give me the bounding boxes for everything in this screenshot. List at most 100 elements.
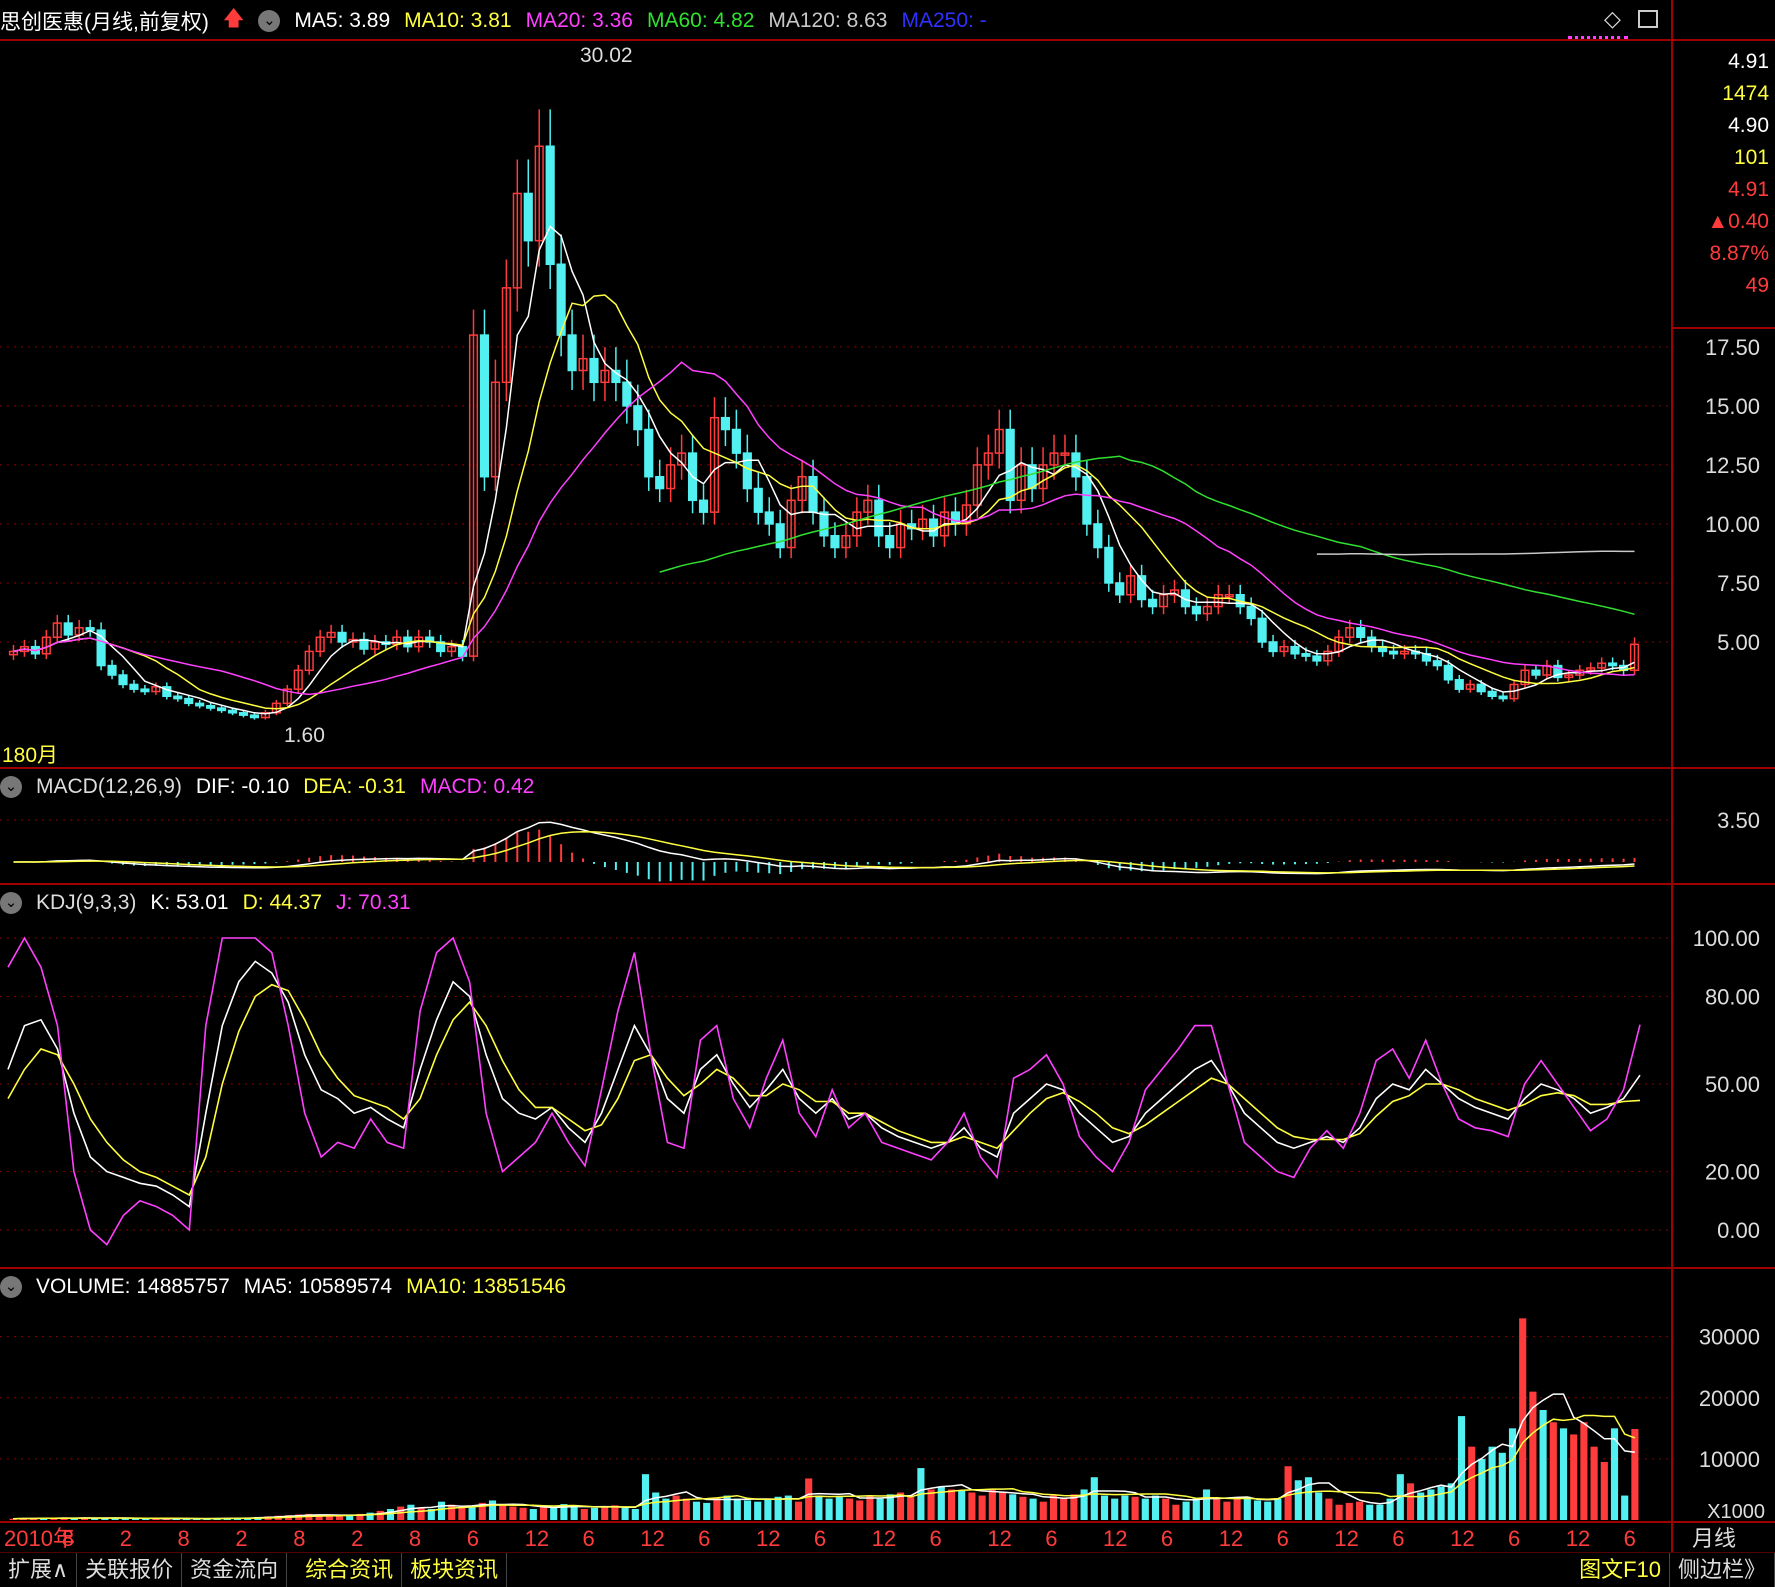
volume-bar-down <box>570 1505 578 1520</box>
candle-down <box>1257 617 1267 643</box>
tab-sector-news[interactable]: 板块资讯 <box>402 1553 508 1587</box>
volume-bar-up <box>1580 1422 1588 1520</box>
volume-bar-down <box>1141 1498 1149 1520</box>
volume-bar-down <box>1151 1495 1160 1520</box>
volume-bar-down <box>1294 1480 1302 1520</box>
macd-histogram <box>13 821 1636 882</box>
collapse-icon[interactable]: ⌄ <box>258 10 281 32</box>
x-tick-label: 12 <box>1566 1526 1590 1551</box>
volume-unit-label: X1000 <box>1707 1501 1765 1523</box>
ma5-line <box>13 225 1635 715</box>
tab-related-quotes[interactable]: 关联报价 <box>77 1553 183 1587</box>
volume-bar-up <box>519 1507 527 1520</box>
volume-bar-down <box>652 1492 660 1520</box>
x-tick-label: 6 <box>1624 1526 1636 1551</box>
volume-name: VOLUME: 14885757 <box>36 1275 230 1298</box>
volume-bar-up <box>1335 1504 1343 1520</box>
kdj-k: K: 53.01 <box>150 891 229 914</box>
x-tick-label: 12 <box>1334 1526 1358 1551</box>
x-tick-label: 8 <box>409 1526 421 1551</box>
candle-down <box>1191 605 1201 615</box>
candle-down <box>1268 641 1278 653</box>
volume-bar-down <box>733 1498 741 1520</box>
candle-down <box>567 334 577 372</box>
volume-bar-up <box>1213 1498 1221 1520</box>
price-tick-label: 12.50 <box>1705 453 1760 478</box>
candle-down <box>63 622 73 636</box>
tab-capital-flow[interactable]: 资金流向 <box>182 1553 288 1587</box>
collapse-icon[interactable]: ⌄ <box>0 776 22 798</box>
candle-down <box>1290 645 1300 655</box>
volume-header: ⌄ VOLUME: 14885757 MA5: 10589574 MA10: 1… <box>0 1272 566 1302</box>
up-arrow-icon: 🡅 <box>222 6 245 30</box>
collapse-icon[interactable]: ⌄ <box>0 892 22 914</box>
volume-bar-up <box>1631 1429 1639 1520</box>
macd-header: ⌄ MACD(12,26,9) DIF: -0.10 DEA: -0.31 MA… <box>0 772 534 802</box>
volume-bar-up <box>1049 1495 1058 1520</box>
volume-bar-down <box>1498 1452 1506 1520</box>
volume-bar-up <box>458 1507 466 1520</box>
volume-bar-down <box>774 1496 782 1520</box>
tab-spacer <box>507 1553 1571 1587</box>
candle-down <box>1608 662 1618 667</box>
candle-down <box>1104 546 1114 584</box>
price-tick-label: 17.50 <box>1705 335 1760 360</box>
volume-bar-down <box>1202 1489 1211 1520</box>
collapse-icon[interactable]: ⌄ <box>0 1276 22 1298</box>
candle-down <box>238 712 249 716</box>
candlesticks <box>8 109 1640 720</box>
x-tick-label: 6 <box>930 1526 942 1551</box>
tab-news[interactable]: 综合资讯 <box>297 1553 403 1587</box>
volume-bar-down <box>1478 1458 1486 1520</box>
volume-bar-down <box>468 1506 476 1520</box>
kdj-d: D: 44.37 <box>242 891 322 914</box>
volume-bar-down <box>1559 1428 1568 1520</box>
volume-bar-up <box>1131 1496 1139 1520</box>
volume-bar-down <box>743 1500 752 1520</box>
x-tick-label: 12 <box>1103 1526 1127 1551</box>
period-label: 180月 <box>2 744 58 767</box>
candle-down <box>1246 605 1256 620</box>
volume-bar-up <box>968 1492 976 1520</box>
candle-down <box>1005 428 1015 502</box>
x-axis-ticks: 2010年8 2 8 2 8 2 8 6 12 6 12 6 12 6 12 6 12 6 12 6 12 6 12 6 12 6… <box>4 1526 1736 1551</box>
volume-bar-up <box>856 1500 864 1520</box>
tab-f10[interactable]: 图文F10 <box>1571 1553 1670 1587</box>
volume-bar-down <box>958 1490 966 1520</box>
stock-title: 思创医惠(月线,前复权) <box>0 11 209 34</box>
volume-bar-up <box>1590 1446 1598 1520</box>
volume-bar-up <box>805 1478 813 1520</box>
volume-bar-down <box>825 1498 833 1520</box>
tab-expand[interactable]: 扩展∧ <box>0 1553 78 1587</box>
candle-down <box>545 145 555 266</box>
tab-sidebar[interactable]: 侧边栏》 <box>1670 1553 1775 1587</box>
x-tick-label: 12 <box>640 1526 664 1551</box>
volume-bar-up <box>417 1507 425 1520</box>
volume-bar-down <box>835 1496 843 1520</box>
volume-bar-down <box>529 1509 537 1520</box>
candle-down <box>173 695 183 700</box>
sidebar-toggle-icon[interactable] <box>1638 10 1658 28</box>
x-tick-label: 2 <box>235 1526 247 1551</box>
diamond-icon[interactable]: ◇ <box>1604 6 1621 32</box>
volume-bar-up <box>1519 1318 1527 1520</box>
volume-bar-down <box>754 1501 762 1520</box>
volume-bar-down <box>815 1495 823 1520</box>
candle-down <box>1093 523 1103 549</box>
volume-bar-down <box>1274 1498 1282 1520</box>
candle-down <box>731 428 741 454</box>
volume-bar-down <box>764 1498 772 1520</box>
volume-bar-up <box>1549 1422 1557 1520</box>
x-tick-label: 12 <box>987 1526 1011 1551</box>
candle-down <box>885 534 895 549</box>
volume-bar-up <box>509 1506 517 1520</box>
candle-down <box>589 357 599 384</box>
candle-down <box>118 674 128 686</box>
x-tick-label: 2 <box>351 1526 363 1551</box>
volume-ma10: MA10: 13851546 <box>406 1275 567 1298</box>
low-price-label: 1.60 <box>284 724 325 747</box>
kdj-j: J: 70.31 <box>336 891 411 914</box>
kdj-line-j <box>7 936 1641 1246</box>
ma5-value: MA5: 3.89 <box>294 9 391 32</box>
volume-tick-label: 20000 <box>1699 1386 1760 1411</box>
